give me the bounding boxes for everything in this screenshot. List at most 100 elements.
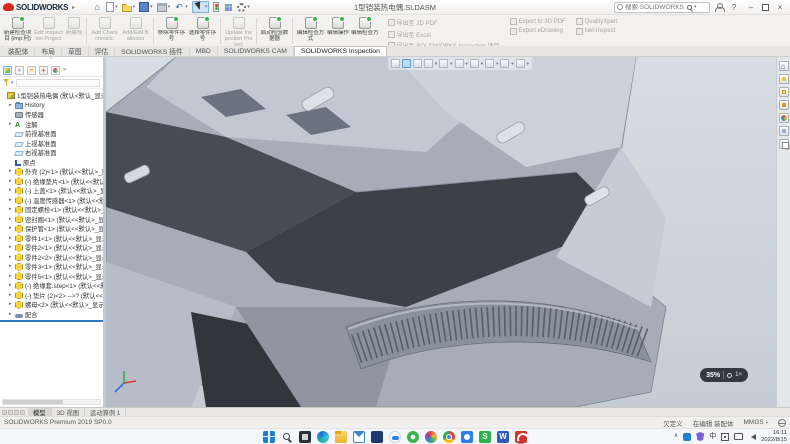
app-menu-button[interactable]: SOLIDWORKS ▸ — [0, 0, 78, 14]
ribbon-button[interactable]: Edit Inspection Project — [33, 16, 64, 46]
word-icon[interactable] — [497, 431, 509, 443]
propertymanager-tab-icon[interactable] — [15, 66, 24, 75]
dropdown-arrow-icon[interactable]: ▾ — [150, 4, 153, 10]
expand-arrow-icon[interactable] — [9, 243, 14, 252]
units-selector[interactable]: MMGS▾ — [744, 419, 769, 426]
cast-display-icon[interactable] — [734, 433, 743, 440]
wps-s-icon[interactable] — [479, 431, 491, 443]
task-view-button[interactable] — [299, 431, 311, 443]
tree-item[interactable]: (-) 绝缘套.step<1> (默认<<默认> — [0, 281, 103, 291]
tree-horizontal-scrollbar[interactable] — [2, 399, 101, 405]
green-circle-app-icon[interactable] — [407, 431, 419, 443]
search-input[interactable] — [625, 4, 685, 11]
export-menu-item[interactable]: 导出至 Excel — [388, 30, 500, 39]
ime-mode-icon[interactable] — [721, 433, 729, 441]
dropdown-arrow-icon[interactable]: ▾ — [185, 4, 188, 10]
tab-nav-icon[interactable] — [8, 410, 13, 415]
help-search-box[interactable]: ▾ — [614, 2, 710, 13]
units-dropdown-icon[interactable]: ▾ — [766, 420, 768, 425]
search-button[interactable] — [281, 431, 293, 443]
start-button[interactable] — [263, 431, 275, 443]
help-button[interactable]: ? — [728, 3, 740, 12]
minimize-button[interactable]: – — [745, 3, 757, 12]
ribbon-tab[interactable]: 草图 — [62, 46, 89, 56]
quick-access-button[interactable]: ▾ — [174, 2, 188, 12]
expand-arrow-icon[interactable] — [9, 234, 14, 243]
expand-arrow-icon[interactable] — [9, 272, 14, 281]
tree-item[interactable]: 螺母<2> (默认<<默认>_显示状态 — [0, 300, 103, 310]
view-orientation-icon[interactable] — [439, 59, 448, 68]
cloud-app-icon[interactable] — [389, 431, 401, 443]
more-tabs-icon[interactable]: » — [63, 67, 66, 73]
expand-arrow-icon[interactable] — [9, 101, 14, 110]
ribbon-tab[interactable]: MBD — [190, 46, 218, 56]
security-shield-tray-icon[interactable] — [696, 432, 704, 441]
dimxpertmanager-tab-icon[interactable] — [39, 66, 48, 75]
custom-properties-icon[interactable] — [779, 126, 789, 136]
ribbon-button[interactable]: 编辑检查方式 — [295, 16, 326, 46]
ribbon-button[interactable]: Add/Edit Balloons — [120, 16, 151, 46]
export-menu-item[interactable]: Export eDrawing — [510, 28, 566, 35]
status-globe-icon[interactable] — [778, 419, 786, 427]
tree-item[interactable]: History — [0, 101, 103, 111]
ribbon-button[interactable]: 编辑操作 — [326, 16, 350, 46]
ribbon-tab[interactable]: SOLIDWORKS 插件 — [115, 46, 190, 56]
volume-icon[interactable] — [748, 434, 756, 440]
dropdown-arrow-icon[interactable]: ▾ — [466, 61, 468, 67]
tree-item[interactable]: 传感器 — [0, 110, 103, 120]
search-icon[interactable] — [687, 5, 692, 10]
expand-arrow-icon[interactable] — [9, 291, 14, 300]
tree-item[interactable]: 外壳 (2)<1> (默认<<默认>_显示状 — [0, 167, 103, 177]
dropdown-arrow-icon[interactable]: ▾ — [168, 4, 171, 10]
ribbon-tab[interactable]: 评估 — [89, 46, 116, 56]
export-menu-item[interactable]: Export to 3D PDF — [510, 18, 566, 25]
appearances-scenes-icon[interactable] — [779, 113, 789, 123]
view-settings-icon[interactable] — [516, 59, 525, 68]
rainbow-app-icon[interactable] — [425, 431, 437, 443]
quick-access-button[interactable]: ▾ — [157, 3, 171, 12]
pane-copy-icon[interactable] — [779, 139, 789, 149]
expand-arrow-icon[interactable] — [9, 262, 14, 271]
ribbon-tab[interactable]: 布局 — [35, 46, 62, 56]
filter-input[interactable] — [16, 79, 100, 87]
app-tile-icon[interactable] — [371, 431, 383, 443]
filter-funnel-icon[interactable] — [3, 79, 9, 86]
expand-arrow-icon[interactable] — [9, 281, 14, 290]
tree-item[interactable]: 零件3<1> (默认<<默认>_显示状 — [0, 262, 103, 272]
close-button[interactable]: × — [774, 3, 786, 12]
tree-item[interactable]: 零件2<2> (默认<<默认>_显示状 — [0, 253, 103, 263]
tab-nav-icon[interactable] — [20, 410, 25, 415]
display-style-icon[interactable] — [455, 59, 464, 68]
dropdown-arrow-icon[interactable]: ▾ — [496, 61, 498, 67]
quick-access-button[interactable]: ▾ — [139, 2, 153, 12]
dropdown-arrow-icon[interactable]: ▾ — [115, 4, 118, 10]
tree-item[interactable]: 上视基准面 — [0, 139, 103, 149]
scrollbar-thumb[interactable] — [3, 400, 63, 404]
expand-arrow-icon[interactable] — [9, 224, 14, 233]
export-menu-item[interactable]: 导出至 2D PDF — [388, 18, 500, 27]
tree-item[interactable]: (-) 垫片 (2)<2> -->? (默认<<默认 — [0, 291, 103, 301]
expand-arrow-icon[interactable] — [9, 215, 14, 224]
solidworks-app-icon[interactable] — [515, 431, 527, 443]
ribbon-button[interactable]: 启动检验数据器 — [259, 16, 290, 46]
ribbon-tab[interactable]: 装配体 — [2, 46, 35, 56]
tab-scroll-buttons[interactable] — [2, 410, 25, 415]
dropdown-arrow-icon[interactable]: ▾ — [435, 61, 437, 67]
graphics-viewport[interactable]: ▾ ▾ ▾ ▾ ▾ ▾ ▾ — [106, 57, 776, 407]
tree-item[interactable]: 右视基准面 — [0, 148, 103, 158]
solidworks-resources-icon[interactable] — [779, 61, 789, 71]
tab-nav-icon[interactable] — [14, 410, 19, 415]
quick-access-button[interactable]: ▾ — [192, 1, 210, 13]
tray-expand-icon[interactable]: ∧ — [674, 432, 678, 441]
dropdown-arrow-icon[interactable]: ▾ — [133, 4, 136, 10]
quick-access-button[interactable]: ▾ — [122, 2, 136, 12]
dropdown-arrow-icon[interactable]: ▾ — [450, 61, 452, 67]
onedrive-tray-icon[interactable] — [683, 433, 691, 441]
quick-access-button[interactable] — [213, 2, 219, 12]
edge-icon[interactable] — [317, 431, 329, 443]
tab-nav-icon[interactable] — [2, 410, 7, 415]
taskbar-clock[interactable]: 16:11 2022/8/15 — [761, 430, 787, 443]
tree-item[interactable]: 前视基准面 — [0, 129, 103, 139]
zoom-fit-icon[interactable] — [391, 59, 400, 68]
tree-item[interactable]: 配合 — [0, 310, 103, 320]
